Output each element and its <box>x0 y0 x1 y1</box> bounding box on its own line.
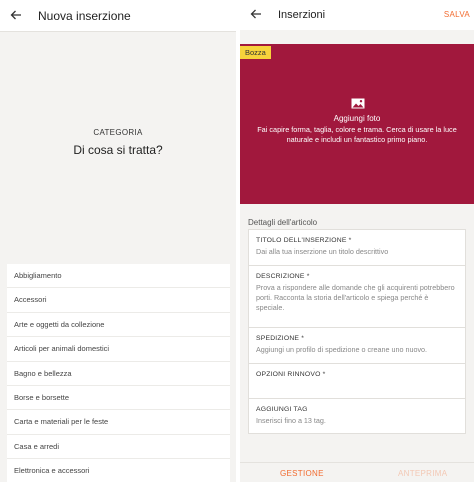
listing-editor-screen: Inserzioni SALVA Bozza Aggiungi foto Fai… <box>240 0 474 482</box>
title-field-placeholder: Dai alla tua inserzione un titolo descri… <box>256 247 389 256</box>
category-list: Abbigliamento Accessori Arte e oggetti d… <box>7 264 230 482</box>
shipping-field-placeholder: Aggiungi un profilo di spedizione o crea… <box>256 345 428 354</box>
save-button[interactable]: SALVA <box>444 10 470 19</box>
manage-button[interactable]: GESTIONE <box>280 469 324 478</box>
page-title: Nuova inserzione <box>38 9 131 23</box>
category-prompt: CATEGORIA Di cosa si tratta? <box>0 128 236 157</box>
category-item-casa[interactable]: Casa e arredi <box>7 435 230 460</box>
category-label: CATEGORIA <box>93 128 143 137</box>
tags-field-label: AGGIUNGI TAG <box>256 406 308 413</box>
tags-field[interactable]: AGGIUNGI TAG Inserisci fino a 13 tag. <box>248 398 466 434</box>
item-details-heading: Dettagli dell'articolo <box>248 218 318 227</box>
image-icon <box>351 96 365 109</box>
description-field-label: DESCRIZIONE * <box>256 273 310 280</box>
page-title: Inserzioni <box>278 9 326 21</box>
description-field[interactable]: DESCRIZIONE * Prova a rispondere alle do… <box>248 265 466 328</box>
new-listing-screen: Nuova inserzione CATEGORIA Di cosa si tr… <box>0 0 236 482</box>
back-arrow-icon[interactable] <box>8 7 24 23</box>
category-item-arte[interactable]: Arte e oggetti da collezione <box>7 313 230 338</box>
category-question: Di cosa si tratta? <box>73 143 163 157</box>
shipping-field[interactable]: SPEDIZIONE * Aggiungi un profilo di sped… <box>248 327 466 364</box>
app-bar: Inserzioni SALVA <box>240 0 474 30</box>
description-field-placeholder: Prova a rispondere alle domande che gli … <box>256 283 455 312</box>
category-item-abbigliamento[interactable]: Abbigliamento <box>7 264 230 289</box>
tags-field-placeholder: Inserisci fino a 13 tag. <box>256 416 326 425</box>
bottom-action-bar: GESTIONE ANTEPRIMA <box>240 462 474 482</box>
renewal-options-field[interactable]: OPZIONI RINNOVO * <box>248 363 466 399</box>
add-photo-label: Aggiungi foto <box>333 114 381 123</box>
category-item-animali[interactable]: Articoli per animali domestici <box>7 337 230 362</box>
shipping-field-label: SPEDIZIONE * <box>256 335 305 342</box>
category-item-elettronica[interactable]: Elettronica e accessori <box>7 459 230 482</box>
preview-button[interactable]: ANTEPRIMA <box>398 469 447 478</box>
category-item-accessori[interactable]: Accessori <box>7 288 230 313</box>
add-photo-area[interactable]: Bozza Aggiungi foto Fai capire forma, ta… <box>240 44 474 204</box>
title-field[interactable]: TITOLO DELL'INSERZIONE * Dai alla tua in… <box>248 229 466 266</box>
title-field-label: TITOLO DELL'INSERZIONE * <box>256 237 352 244</box>
renewal-options-label: OPZIONI RINNOVO * <box>256 371 326 378</box>
back-arrow-icon[interactable] <box>248 6 264 22</box>
photo-hint: Fai capire forma, taglia, colore e trama… <box>257 125 457 144</box>
item-details-form: TITOLO DELL'INSERZIONE * Dai alla tua in… <box>248 229 466 434</box>
category-item-borse[interactable]: Borse e borsette <box>7 386 230 411</box>
category-item-bagno[interactable]: Bagno e bellezza <box>7 362 230 386</box>
draft-badge: Bozza <box>240 46 271 59</box>
app-bar: Nuova inserzione <box>0 0 236 32</box>
category-item-carta[interactable]: Carta e materiali per le feste <box>7 410 230 435</box>
